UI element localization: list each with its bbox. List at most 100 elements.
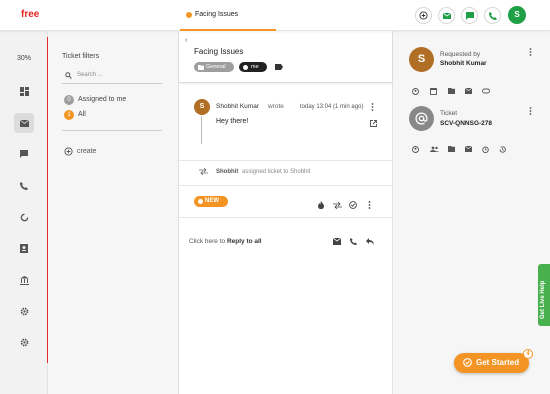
- ticket-actions: [412, 146, 532, 154]
- progress-percent: 30%: [16, 55, 31, 62]
- message-time: today 13:04 (1 min ago): [300, 104, 364, 110]
- divider: [179, 160, 392, 161]
- tag-general[interactable]: General: [194, 62, 234, 72]
- left-rail: 30%: [0, 31, 48, 394]
- rail-loop[interactable]: [14, 207, 34, 227]
- ticket-info-label: Ticket: [440, 110, 458, 117]
- ticket-avatar: [409, 106, 434, 131]
- mail-icon[interactable]: [465, 146, 472, 152]
- mail-icon[interactable]: [333, 238, 341, 245]
- back-button[interactable]: ‹: [185, 37, 187, 44]
- link-icon[interactable]: [482, 88, 490, 94]
- phone-icon[interactable]: [350, 238, 357, 245]
- reply-prefix: Click here to: [189, 238, 226, 245]
- chat-button[interactable]: [461, 7, 478, 24]
- tag-label: me: [251, 64, 259, 70]
- ticket-title: Facing Issues: [194, 47, 244, 56]
- bank-icon: [19, 275, 29, 285]
- ticket-panel: ‹ Facing Issues General me S Shobhit Kum…: [178, 31, 393, 394]
- fire-icon[interactable]: [318, 201, 324, 209]
- more-vert-icon[interactable]: [529, 48, 532, 56]
- message-verb: wrote: [268, 103, 284, 110]
- history-icon[interactable]: [499, 146, 506, 153]
- rail-contacts[interactable]: [14, 238, 34, 258]
- alarm-icon[interactable]: [482, 146, 489, 153]
- at-icon: [415, 112, 428, 125]
- rail-phone[interactable]: [14, 176, 34, 196]
- more-vert-icon[interactable]: [529, 107, 532, 115]
- account-icon[interactable]: [412, 88, 419, 95]
- mail-icon[interactable]: [465, 88, 472, 94]
- settings-icon: [20, 338, 28, 346]
- rail-mail[interactable]: [14, 113, 34, 133]
- app-logo[interactable]: free: [21, 9, 39, 20]
- reply-prompt[interactable]: Click here to Reply to all: [189, 238, 262, 245]
- window-icon[interactable]: [430, 88, 437, 95]
- get-started-button[interactable]: Get Started: [454, 353, 529, 373]
- filter-label: All: [78, 111, 86, 118]
- tag-me[interactable]: me: [239, 62, 267, 72]
- user-avatar[interactable]: S: [508, 6, 526, 24]
- filters-search[interactable]: Search ...: [62, 68, 162, 84]
- rail-settings-2[interactable]: [14, 332, 34, 352]
- filters-divider: [62, 130, 162, 131]
- swap-icon[interactable]: [333, 202, 342, 209]
- mail-button[interactable]: [438, 7, 455, 24]
- status-dot: [198, 199, 203, 204]
- live-help-tab[interactable]: Get Live Help: [538, 264, 550, 326]
- live-help-label: Get Live Help: [540, 280, 546, 319]
- add-circle-button[interactable]: [415, 7, 432, 24]
- folder-icon[interactable]: [448, 88, 455, 94]
- rail-settings[interactable]: [14, 301, 34, 321]
- check-circle-icon[interactable]: [349, 201, 357, 209]
- loop-icon: [20, 213, 28, 221]
- requester-avatar: S: [409, 47, 434, 72]
- ticket-id[interactable]: SCV-QNNSG-278: [440, 120, 492, 127]
- requester-actions: [412, 88, 522, 96]
- folder-icon: [198, 64, 204, 70]
- group-icon[interactable]: [430, 146, 439, 152]
- tag-label: General: [206, 64, 226, 70]
- ticket-tab[interactable]: Facing Issues: [180, 0, 276, 31]
- mail-icon: [442, 12, 451, 19]
- chat-icon: [465, 11, 474, 20]
- create-label: create: [77, 148, 97, 155]
- activity-user: Shobhit: [216, 169, 239, 175]
- ticket-header: ‹ Facing Issues General me: [179, 31, 392, 83]
- folder-icon[interactable]: [448, 146, 455, 152]
- rail-bank[interactable]: [14, 270, 34, 290]
- settings-icon: [20, 307, 28, 315]
- more-vert-icon[interactable]: [368, 201, 371, 209]
- filter-count: 1: [64, 110, 74, 120]
- requester-name[interactable]: Shobhit Kumar: [440, 60, 487, 67]
- reply-icon[interactable]: [366, 238, 374, 245]
- phone-icon: [488, 11, 497, 20]
- filters-panel: Ticket filters Search ... 0 Assigned to …: [48, 31, 178, 394]
- contacts-icon: [20, 243, 28, 253]
- account-icon[interactable]: [412, 146, 419, 153]
- right-panel: S Requested by Shobhit Kumar Ticket SCV-…: [393, 31, 550, 394]
- message-avatar: S: [194, 99, 210, 115]
- reply-all-link[interactable]: Reply to all: [227, 238, 262, 245]
- filter-count: 0: [64, 95, 74, 105]
- tab-title: Facing Issues: [195, 11, 239, 18]
- rail-chat[interactable]: [14, 144, 34, 164]
- message-author: Shobhit Kumar: [216, 103, 259, 110]
- requester-label: Requested by: [440, 51, 481, 58]
- more-vert-icon[interactable]: [371, 103, 374, 111]
- status-badge[interactable]: NEW: [194, 196, 228, 207]
- user-icon: [243, 64, 248, 70]
- phone-button[interactable]: [484, 7, 501, 24]
- mail-icon: [19, 119, 29, 127]
- message-body: Hey there!: [216, 118, 249, 125]
- filters-title: Ticket filters: [62, 53, 100, 60]
- add-circle-icon: [64, 147, 73, 156]
- rail-dashboard[interactable]: [14, 81, 34, 101]
- rocket-icon: [463, 358, 472, 367]
- thread-line: [201, 116, 202, 144]
- search-placeholder: Search ...: [77, 72, 103, 78]
- open-external-icon[interactable]: [370, 120, 377, 127]
- activity-text: assigned ticket to Shobhit: [242, 169, 311, 175]
- status-label: NEW: [205, 198, 219, 204]
- divider: [179, 217, 392, 218]
